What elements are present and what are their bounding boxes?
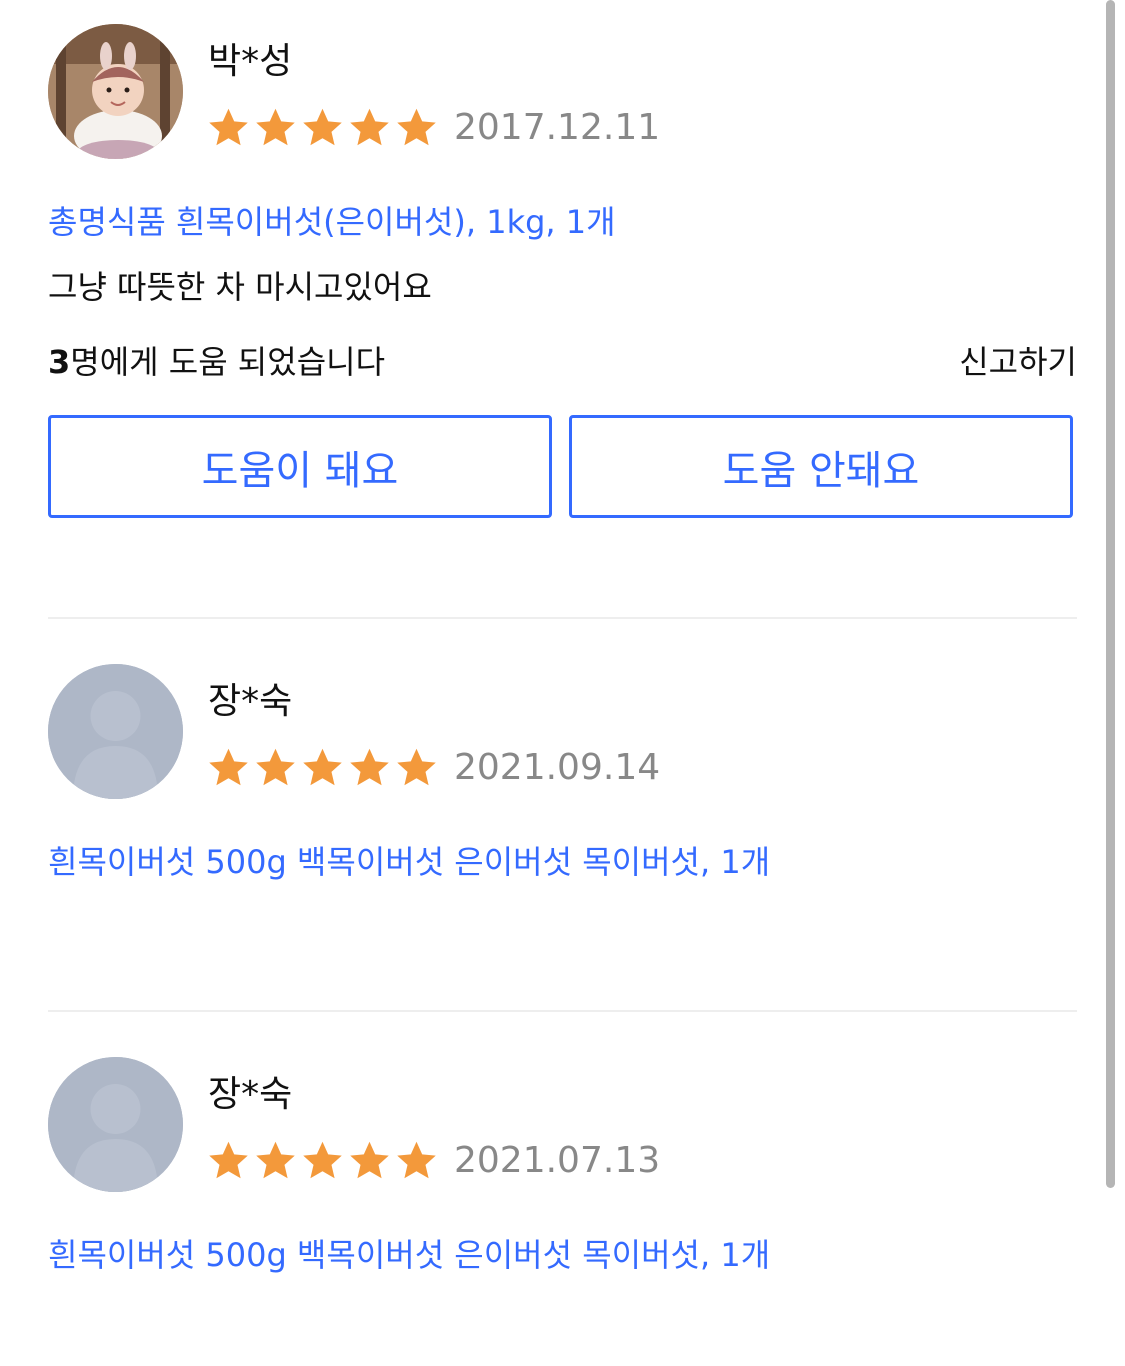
review-content: 그냥 따뜻한 차 마시고있어요	[48, 268, 432, 306]
helpful-button[interactable]: 도움이 돼요	[48, 415, 552, 518]
star-icon	[256, 748, 295, 786]
product-option-link[interactable]: 흰목이버섯 500g 백목이버섯 은이버섯 목이버섯, 1개	[48, 842, 770, 882]
star-icon	[350, 1141, 389, 1179]
star-icon	[397, 1141, 436, 1179]
review-date: 2021.09.14	[454, 747, 661, 788]
star-icon	[350, 748, 389, 786]
star-rating	[206, 106, 439, 150]
review-author: 장*숙	[208, 1074, 293, 1115]
not-helpful-button[interactable]: 도움 안돼요	[569, 415, 1073, 518]
helpful-count: 3	[48, 343, 71, 381]
star-icon	[303, 1141, 342, 1179]
star-icon	[303, 748, 342, 786]
default-user-icon	[48, 664, 183, 799]
helpful-count-text: 3명에게 도움 되었습니다	[48, 341, 385, 383]
default-avatar	[48, 664, 183, 799]
review-author: 박*성	[208, 41, 293, 82]
review-item: 장*숙 2021.09.14 흰목이버섯 500g 백목이버섯 은이버섯 목이버…	[48, 619, 1077, 1010]
star-rating	[206, 746, 439, 790]
helpful-count-suffix: 명에게 도움 되었습니다	[70, 343, 386, 381]
review-item: 박*성 2017.12.11 총명식품 흰목이버섯(은이버섯), 1kg, 1개…	[48, 0, 1077, 617]
star-rating	[206, 1139, 439, 1183]
review-date: 2017.12.11	[454, 107, 661, 148]
report-link[interactable]: 신고하기	[959, 341, 1077, 383]
star-icon	[256, 1141, 295, 1179]
default-avatar	[48, 1057, 183, 1192]
star-icon	[350, 108, 389, 146]
review-date: 2021.07.13	[454, 1140, 661, 1181]
star-icon	[397, 108, 436, 146]
baby-photo-icon	[48, 24, 183, 159]
scrollbar[interactable]	[1106, 0, 1115, 1188]
user-avatar-photo	[48, 24, 183, 159]
star-icon	[397, 748, 436, 786]
star-icon	[256, 108, 295, 146]
product-option-link[interactable]: 흰목이버섯 500g 백목이버섯 은이버섯 목이버섯, 1개	[48, 1235, 770, 1275]
star-icon	[209, 748, 248, 786]
star-icon	[209, 1141, 248, 1179]
star-icon	[303, 108, 342, 146]
product-option-link[interactable]: 총명식품 흰목이버섯(은이버섯), 1kg, 1개	[48, 202, 616, 242]
review-item: 장*숙 2021.07.13 흰목이버섯 500g 백목이버섯 은이버섯 목이버…	[48, 1012, 1077, 1366]
default-user-icon	[48, 1057, 183, 1192]
star-icon	[209, 108, 248, 146]
review-author: 장*숙	[208, 681, 293, 722]
